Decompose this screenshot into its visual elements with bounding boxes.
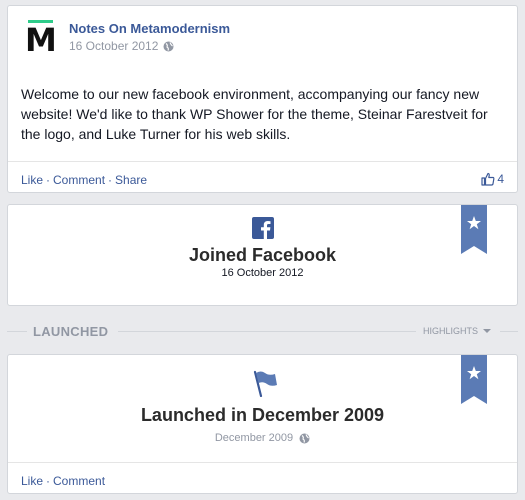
globe-icon[interactable] [163,41,174,52]
post-date[interactable]: 16 October 2012 [69,39,158,53]
milestone-date: 16 October 2012 [221,267,304,279]
thumb-icon [481,172,495,186]
star-ribbon-icon[interactable] [461,355,487,404]
milestone-joined: Joined Facebook 16 October 2012 [7,204,518,306]
post-text: Welcome to our new facebook environment,… [21,86,488,142]
flag-icon [251,369,279,398]
separator: · [108,173,113,187]
milestone-title: Launched in December 2009 [140,405,385,425]
like-link[interactable]: Like [21,474,43,488]
like-link[interactable]: Like [21,173,43,187]
separator: · [46,173,51,187]
comment-link[interactable]: Comment [53,474,105,488]
divider-line [7,331,27,332]
section-label: LAUNCHED [33,324,109,339]
avatar-logo: M [25,21,57,59]
divider-line [500,331,518,332]
milestone-action-bar: Like · Comment [8,462,517,493]
post-action-bar: Like · Comment · Share 4 [8,161,517,192]
highlights-label: HIGHLIGHTS [423,326,479,336]
page-avatar[interactable]: M [21,18,61,58]
divider-line [118,331,416,332]
highlights-dropdown[interactable]: HIGHLIGHTS [423,326,492,336]
milestone-launched: Launched in December 2009 December 2009 … [7,354,518,494]
facebook-icon [252,217,274,239]
comment-link[interactable]: Comment [53,173,105,187]
page-name-link[interactable]: Notes On Metamodernism [69,21,230,36]
globe-icon[interactable] [299,433,310,444]
caret-down-icon [483,329,492,333]
milestone-title: Joined Facebook [188,245,337,265]
timeline: M Notes On Metamodernism 16 October 2012… [0,0,525,500]
section-divider: LAUNCHED HIGHLIGHTS [0,320,525,342]
like-count[interactable]: 4 [481,172,504,186]
share-link[interactable]: Share [115,173,147,187]
like-count-value: 4 [497,172,504,186]
milestone-date: December 2009 [214,432,294,444]
post-meta: 16 October 2012 [69,39,174,53]
post-card: M Notes On Metamodernism 16 October 2012… [7,5,518,193]
separator: · [46,474,51,488]
